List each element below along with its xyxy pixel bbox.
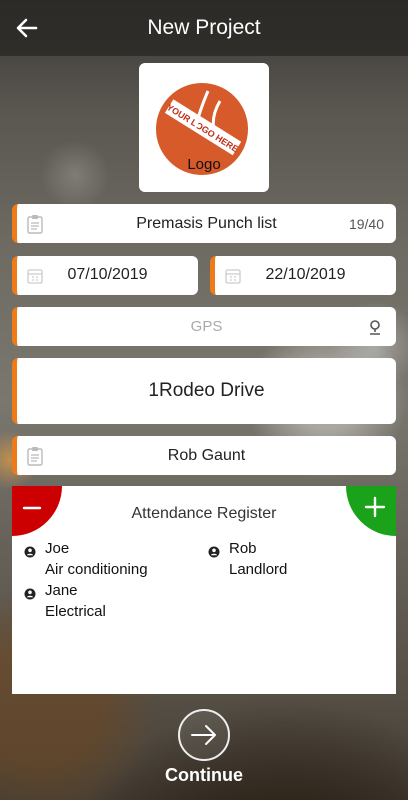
continue-label[interactable]: Continue — [0, 765, 408, 786]
attendee-role: Landlord — [229, 561, 288, 578]
gps-field[interactable]: GPS — [12, 307, 396, 346]
arrow-right-icon — [191, 725, 216, 745]
attendance-title: Attendance Register — [131, 505, 277, 522]
attendee-item[interactable]: Jane Electrical — [24, 580, 106, 622]
attendee-name: Rob — [229, 540, 257, 557]
person-icon — [208, 546, 220, 558]
project-name-input[interactable]: Premasis Punch list — [17, 215, 396, 233]
manager-field[interactable]: Rob Gaunt — [12, 436, 396, 475]
page-title: New Project — [147, 16, 261, 39]
background-bokeh — [40, 140, 110, 210]
attendee-name: Jane — [45, 582, 78, 599]
attendee-item[interactable]: Rob Landlord — [208, 538, 288, 580]
end-date-field[interactable]: 22/10/2019 — [210, 256, 396, 295]
gps-placeholder: GPS — [190, 318, 223, 335]
top-bar: New Project — [0, 0, 408, 56]
person-icon — [24, 588, 36, 600]
manager-value[interactable]: Rob Gaunt — [17, 447, 396, 465]
character-counter: 19/40 — [348, 216, 384, 232]
person-icon — [24, 546, 36, 558]
attendee-item[interactable]: Joe Air conditioning — [24, 538, 148, 580]
address-value[interactable]: 1Rodeo Drive — [17, 380, 396, 402]
start-date-value: 07/10/2019 — [67, 266, 148, 283]
attendee-name: Joe — [45, 540, 70, 557]
end-date-value: 22/10/2019 — [265, 266, 346, 283]
attendee-role: Electrical — [45, 603, 106, 620]
start-date-field[interactable]: 07/10/2019 — [12, 256, 198, 295]
project-name-field[interactable]: Premasis Punch list 19/40 — [12, 204, 396, 243]
continue-button[interactable] — [178, 709, 230, 761]
logo-caption: Logo — [187, 156, 221, 173]
address-field[interactable]: 1Rodeo Drive — [12, 358, 396, 424]
attendee-role: Air conditioning — [45, 561, 148, 578]
location-pin-icon[interactable] — [368, 319, 382, 335]
logo-badge-text: YOUR LOGO HERE — [165, 102, 240, 154]
project-logo-card[interactable]: YOUR LOGO HERE Logo — [139, 63, 269, 192]
attendance-register-panel: Attendance Register Joe Air conditioning… — [12, 486, 396, 694]
